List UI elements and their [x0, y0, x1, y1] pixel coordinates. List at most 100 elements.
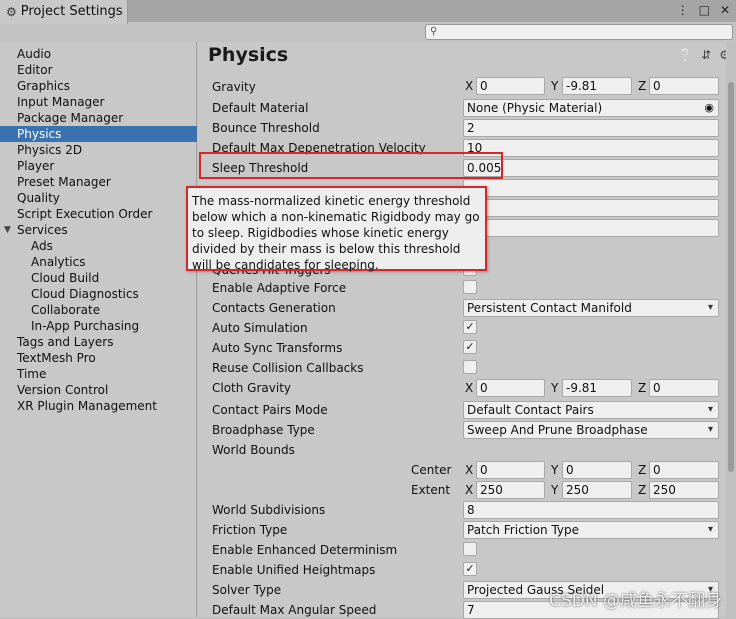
cloth-gravity-x-field[interactable]: 0 [476, 379, 545, 397]
sidebar-item-label: Cloud Diagnostics [31, 287, 139, 301]
contact-pairs-mode-dropdown[interactable]: Default Contact Pairs [463, 401, 719, 419]
sidebar-item-time[interactable]: Time [0, 366, 197, 382]
axis-y-label: Y [551, 483, 559, 497]
sidebar-item-tags-and-layers[interactable]: Tags and Layers [0, 334, 197, 350]
enable-unified-heightmaps-checkbox[interactable]: ✓ [463, 562, 477, 576]
sidebar-item-label: Script Execution Order [17, 207, 153, 221]
sidebar-item-physics[interactable]: Physics [0, 126, 197, 142]
window-titlebar: ⚙ Project Settings ⋮ □ ✕ [0, 0, 736, 24]
axis-z-label: Z [638, 463, 647, 477]
physics-settings-panel: Physics ❔ ⇵ ⚙ Gravity X 0 Y -9.81 Z 0 De… [198, 42, 736, 619]
sidebar-item-label: XR Plugin Management [17, 399, 157, 413]
axis-x-label: X [465, 483, 474, 497]
sidebar-item-label: Audio [17, 47, 52, 61]
gravity-x-field[interactable]: 0 [476, 77, 545, 95]
close-icon[interactable]: ✕ [720, 3, 730, 17]
bounce-threshold-field[interactable]: 2 [463, 119, 719, 137]
default-material-field[interactable]: None (Physic Material) ◉ [463, 99, 719, 117]
sidebar-item-cloud-build[interactable]: Cloud Build [0, 270, 197, 286]
enable-adaptive-force-checkbox[interactable] [463, 280, 477, 294]
sidebar-item-ads[interactable]: Ads [0, 238, 197, 254]
help-icon[interactable]: ❔ [678, 48, 693, 62]
gravity-y-field[interactable]: -9.81 [562, 77, 632, 95]
cloth-gravity-y-field[interactable]: -9.81 [562, 379, 632, 397]
checkmark-icon: ✓ [465, 320, 475, 333]
axis-z-label: Z [638, 483, 647, 497]
reuse-collision-callbacks-label: Reuse Collision Callbacks [212, 361, 364, 375]
object-picker-icon[interactable]: ◉ [704, 100, 714, 116]
maximize-icon[interactable]: □ [699, 3, 710, 17]
axis-y-label: Y [551, 79, 559, 93]
sidebar-item-physics-2d[interactable]: Physics 2D [0, 142, 197, 158]
sidebar-item-cloud-diagnostics[interactable]: Cloud Diagnostics [0, 286, 197, 302]
sidebar-item-label: Time [17, 367, 47, 381]
enable-adaptive-force-label: Enable Adaptive Force [212, 281, 347, 295]
sidebar-item-audio[interactable]: Audio [0, 46, 197, 62]
sidebar-item-version-control[interactable]: Version Control [0, 382, 197, 398]
sidebar-item-label: Quality [17, 191, 60, 205]
sidebar-item-package-manager[interactable]: Package Manager [0, 110, 197, 126]
sidebar-item-label: Preset Manager [17, 175, 111, 189]
sidebar-item-player[interactable]: Player [0, 158, 197, 174]
menu-icon[interactable]: ⋮ [677, 3, 689, 17]
broadphase-type-dropdown[interactable]: Sweep And Prune Broadphase [463, 421, 719, 439]
auto-simulation-label: Auto Simulation [212, 321, 308, 335]
watermark: CSDN @咸鱼永不翻身 [549, 591, 722, 611]
world-bounds-extent-y-field[interactable]: 250 [562, 481, 632, 499]
scrollbar-thumb[interactable] [728, 82, 734, 472]
friction-type-dropdown[interactable]: Patch Friction Type [463, 521, 719, 539]
world-bounds-extent-x-field[interactable]: 250 [476, 481, 545, 499]
preset-icon[interactable]: ⇵ [701, 48, 711, 62]
world-subdivisions-field[interactable]: 8 [463, 501, 719, 519]
default-contact-offset-field[interactable] [463, 179, 719, 197]
sidebar-item-quality[interactable]: Quality [0, 190, 197, 206]
sidebar-item-label: In-App Purchasing [31, 319, 140, 333]
sidebar-item-label: Cloud Build [31, 271, 100, 285]
sidebar-item-preset-manager[interactable]: Preset Manager [0, 174, 197, 190]
world-bounds-center-label: Center [411, 463, 452, 477]
sidebar-item-analytics[interactable]: Analytics [0, 254, 197, 270]
default-max-angular-speed-label: Default Max Angular Speed [212, 603, 377, 617]
reuse-collision-callbacks-checkbox[interactable] [463, 360, 477, 374]
sleep-threshold-tooltip: The mass-normalized kinetic energy thres… [186, 186, 487, 272]
world-subdivisions-label: World Subdivisions [212, 503, 326, 517]
world-bounds-center-y-field[interactable]: 0 [562, 461, 632, 479]
sidebar-item-services[interactable]: ▼ Services [0, 222, 197, 238]
sidebar-item-graphics[interactable]: Graphics [0, 78, 197, 94]
axis-x-label: X [465, 463, 474, 477]
sidebar-item-script-execution-order[interactable]: Script Execution Order [0, 206, 197, 222]
auto-simulation-checkbox[interactable]: ✓ [463, 320, 477, 334]
search-icon: ⚲ [430, 26, 438, 37]
gravity-z-field[interactable]: 0 [649, 77, 719, 95]
auto-sync-transforms-checkbox[interactable]: ✓ [463, 340, 477, 354]
vertical-scrollbar[interactable] [726, 42, 736, 617]
sleep-threshold-highlight [199, 152, 503, 179]
contacts-generation-dropdown[interactable]: Persistent Contact Manifold [463, 299, 719, 317]
sidebar-item-textmesh-pro[interactable]: TextMesh Pro [0, 350, 197, 366]
enable-enhanced-determinism-label: Enable Enhanced Determinism [212, 543, 398, 557]
world-bounds-extent-z-field[interactable]: 250 [649, 481, 719, 499]
sidebar-item-input-manager[interactable]: Input Manager [0, 94, 197, 110]
window-controls: ⋮ □ ✕ [677, 3, 730, 17]
axis-y-label: Y [551, 381, 559, 395]
sidebar-item-label: Analytics [31, 255, 86, 269]
expand-triangle-icon[interactable]: ▼ [4, 222, 11, 238]
cloth-gravity-z-field[interactable]: 0 [649, 379, 719, 397]
world-bounds-center-z-field[interactable]: 0 [649, 461, 719, 479]
sidebar-item-editor[interactable]: Editor [0, 62, 197, 78]
sidebar-item-collaborate[interactable]: Collaborate [0, 302, 197, 318]
sidebar-item-xr-plugin-management[interactable]: XR Plugin Management [0, 398, 197, 414]
sidebar-item-label: Collaborate [31, 303, 101, 317]
sidebar-item-label: Physics 2D [17, 143, 83, 157]
project-settings-tab[interactable]: ⚙ Project Settings [0, 0, 128, 24]
axis-x-label: X [465, 381, 474, 395]
sidebar-item-in-app-purchasing[interactable]: In-App Purchasing [0, 318, 197, 334]
sidebar-item-label: Player [17, 159, 55, 173]
default-material-value: None (Physic Material) [467, 101, 603, 115]
settings-sidebar: Audio Editor Graphics Input Manager Pack… [0, 42, 197, 617]
world-bounds-center-x-field[interactable]: 0 [476, 461, 545, 479]
default-solver-iterations-field[interactable] [463, 199, 719, 217]
default-solver-velocity-iterations-field[interactable] [463, 219, 719, 237]
enable-enhanced-determinism-checkbox[interactable] [463, 542, 477, 556]
settings-search-input[interactable]: ⚲ [425, 24, 733, 40]
